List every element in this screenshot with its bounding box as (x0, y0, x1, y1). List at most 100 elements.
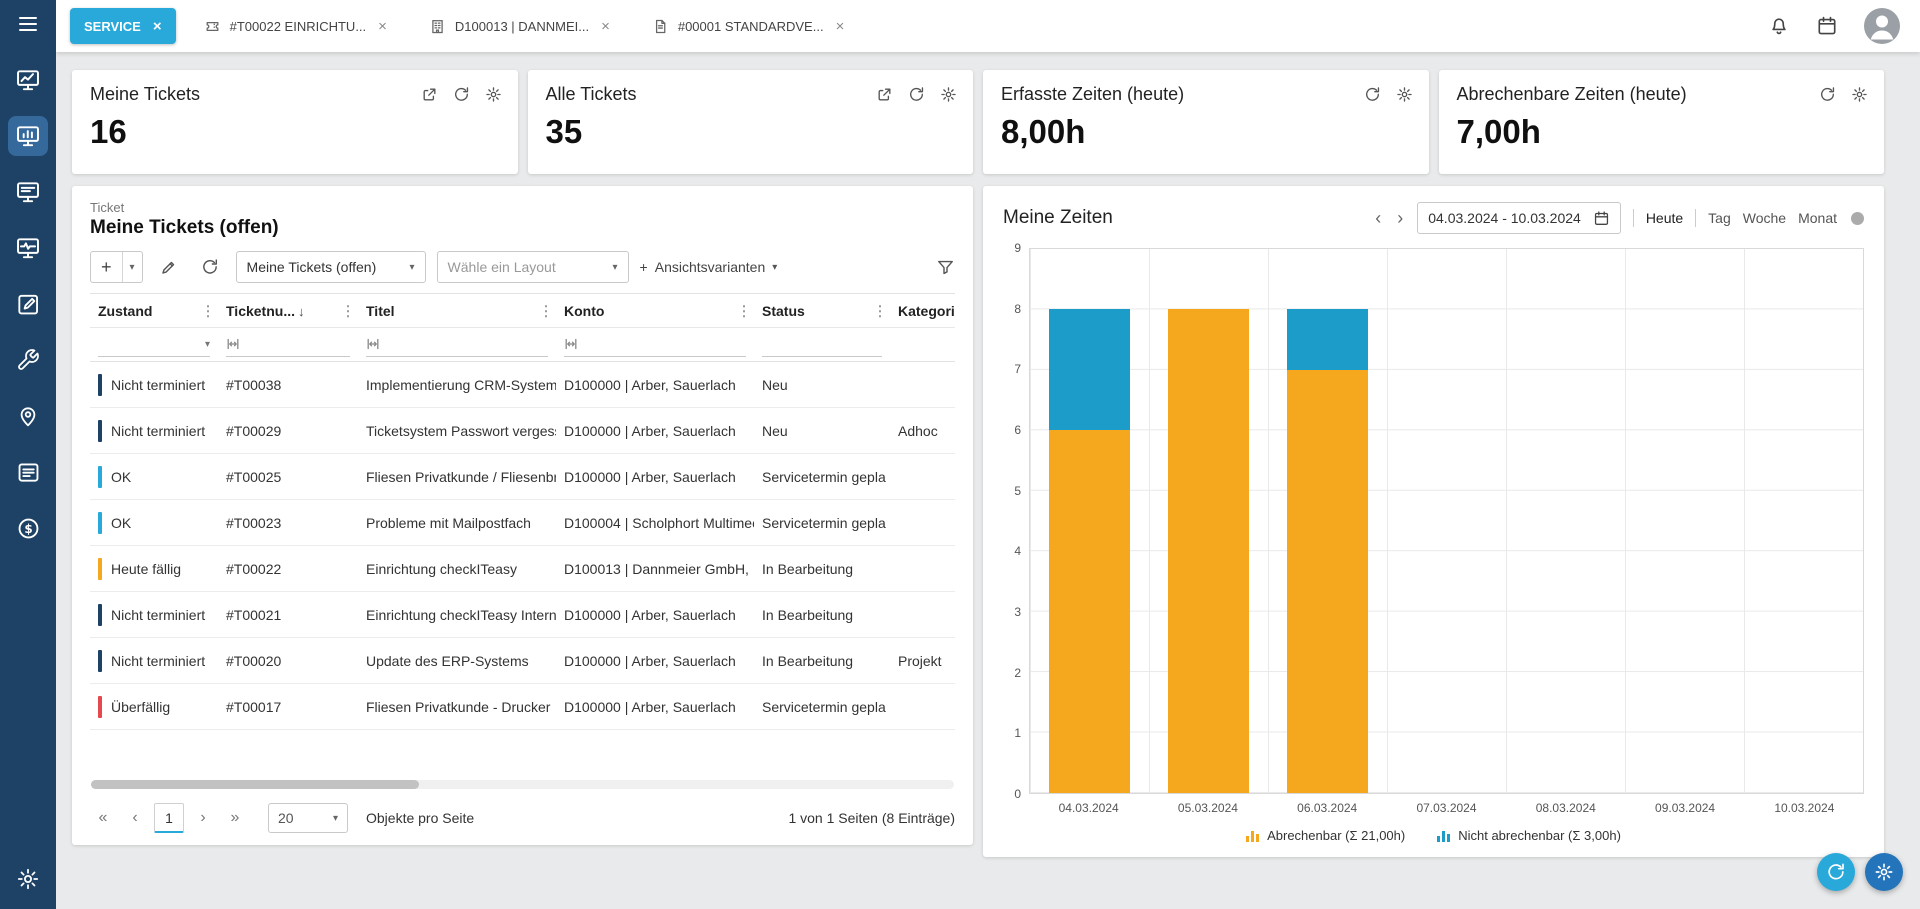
view-select-value: Meine Tickets (offen) (247, 259, 377, 275)
page-size-select[interactable]: 20 ▾ (268, 803, 348, 833)
column-header-titel[interactable]: Titel⋮ (358, 294, 556, 328)
titel-filter-input[interactable] (385, 337, 548, 352)
open-in-new-button[interactable] (876, 86, 893, 103)
column-menu-icon[interactable]: ⋮ (873, 302, 887, 319)
column-header-ticketnummer[interactable]: Ticketnu...↓⋮ (218, 294, 358, 328)
column-menu-icon[interactable]: ⋮ (201, 302, 215, 319)
sidebar-item-locations[interactable] (8, 396, 48, 436)
first-page-button[interactable]: « (90, 804, 116, 832)
column-header-kategorie[interactable]: Kategorie (890, 294, 955, 328)
reload-table-button[interactable] (195, 252, 225, 282)
sidebar-item-dashboard-1[interactable] (8, 60, 48, 100)
calendar-button[interactable] (1816, 15, 1838, 37)
ticket-row[interactable]: Heute fällig #T00022 Einrichtung checkIT… (90, 546, 955, 592)
cell-ticketnummer: #T00025 (218, 454, 358, 500)
chart-bar[interactable] (1287, 309, 1368, 369)
close-icon[interactable]: × (601, 18, 610, 35)
column-header-status[interactable]: Status⋮ (754, 294, 890, 328)
view-variants-button[interactable]: + Ansichtsvarianten ▾ (640, 259, 778, 275)
column-menu-icon[interactable]: ⋮ (737, 302, 751, 319)
status-filter-input[interactable] (762, 337, 882, 352)
view-select[interactable]: Meine Tickets (offen) ▾ (236, 251, 426, 283)
y-tick-label: 4 (1014, 544, 1021, 558)
settings-button[interactable] (1396, 86, 1413, 103)
column-menu-icon[interactable]: ⋮ (539, 302, 553, 319)
between-operator-icon[interactable] (226, 337, 240, 351)
sidebar-item-dashboard-4[interactable] (8, 228, 48, 268)
ticket-row[interactable]: OK #T00023 Probleme mit Mailpostfach D10… (90, 500, 955, 546)
settings-button[interactable] (1851, 86, 1868, 103)
next-page-button[interactable]: › (190, 804, 216, 832)
gear-icon (1874, 862, 1894, 882)
range-button-tag[interactable]: Tag (1708, 210, 1731, 226)
close-icon[interactable]: × (836, 18, 845, 35)
ticket-row[interactable]: Nicht terminiert #T00038 Implementierung… (90, 362, 955, 408)
between-operator-icon[interactable] (366, 337, 380, 351)
range-button-heute[interactable]: Heute (1646, 210, 1683, 226)
cell-ticketnummer: #T00021 (218, 592, 358, 638)
indicator-dot-icon[interactable] (1851, 212, 1864, 225)
column-header-konto[interactable]: Konto⋮ (556, 294, 754, 328)
layout-select[interactable]: Wähle ein Layout ▾ (437, 251, 629, 283)
sidebar-item-dashboard-3[interactable] (8, 172, 48, 212)
ticket-row[interactable]: Nicht terminiert #T00021 Einrichtung che… (90, 592, 955, 638)
prev-range-button[interactable]: ‹ (1373, 208, 1383, 229)
filter-button[interactable] (936, 258, 955, 277)
ticket-row[interactable]: OK #T00025 Fliesen Privatkunde / Fliesen… (90, 454, 955, 500)
open-in-new-button[interactable] (421, 86, 438, 103)
sidebar-item-edit[interactable] (8, 284, 48, 324)
menu-toggle-button[interactable] (8, 4, 48, 44)
column-menu-icon[interactable]: ⋮ (341, 302, 355, 319)
sidebar-item-billing[interactable]: $ (8, 508, 48, 548)
tab-service[interactable]: SERVICE × (70, 8, 176, 44)
tab-ticket-t00022[interactable]: #T00022 EINRICHTU... × (190, 8, 401, 44)
zustand-filter-select[interactable]: ▾ (98, 333, 210, 357)
sidebar-settings-button[interactable] (8, 859, 48, 899)
chart-bar[interactable] (1168, 309, 1249, 793)
chart-bar[interactable] (1287, 370, 1368, 793)
range-button-monat[interactable]: Monat (1798, 210, 1837, 226)
close-icon[interactable]: × (153, 18, 162, 35)
add-ticket-button[interactable]: + ▾ (90, 251, 143, 283)
sidebar-item-tools[interactable] (8, 340, 48, 380)
ticket-row[interactable]: Überfällig #T00017 Fliesen Privatkunde -… (90, 684, 955, 730)
tickets-toolbar: + ▾ Meine Tickets (offen) ▾ Wähle ein La… (90, 251, 955, 283)
chart-bar[interactable] (1049, 430, 1130, 793)
user-menu-button[interactable] (1864, 8, 1900, 44)
cell-konto: D100000 | Arber, Sauerlach (556, 592, 754, 638)
date-range-picker[interactable]: 04.03.2024 - 10.03.2024 (1417, 202, 1621, 234)
close-icon[interactable]: × (378, 18, 387, 35)
konto-filter-input[interactable] (583, 337, 746, 352)
scrollbar-thumb[interactable] (91, 780, 419, 789)
settings-button[interactable] (940, 86, 957, 103)
between-operator-icon[interactable] (564, 337, 578, 351)
ticket-row[interactable]: Nicht terminiert #T00029 Ticketsystem Pa… (90, 408, 955, 454)
chevron-down-icon[interactable]: ▾ (122, 252, 142, 282)
ticket-row[interactable]: Nicht terminiert #T00020 Update des ERP-… (90, 638, 955, 684)
current-page-button[interactable]: 1 (154, 803, 184, 833)
notifications-button[interactable] (1768, 15, 1790, 37)
tab-company-d100013[interactable]: D100013 | DANNMEI... × (415, 8, 624, 44)
map-pin-icon (16, 404, 40, 428)
last-page-button[interactable]: » (222, 804, 248, 832)
cell-kategorie (890, 546, 955, 592)
horizontal-scrollbar[interactable] (91, 780, 954, 789)
next-range-button[interactable]: › (1395, 208, 1405, 229)
monitor-pulse-icon (15, 235, 41, 261)
column-header-zustand[interactable]: Zustand⋮ (90, 294, 218, 328)
refresh-button[interactable] (1364, 86, 1381, 103)
tab-contract-00001[interactable]: #00001 STANDARDVE... × (638, 8, 858, 44)
refresh-button[interactable] (908, 86, 925, 103)
range-button-woche[interactable]: Woche (1743, 210, 1786, 226)
sidebar-item-lists[interactable] (8, 452, 48, 492)
prev-page-button[interactable]: ‹ (122, 804, 148, 832)
refresh-button[interactable] (453, 86, 470, 103)
ticketnummer-filter-input[interactable] (245, 337, 350, 352)
global-settings-button[interactable] (1865, 853, 1903, 891)
edit-view-button[interactable] (154, 252, 184, 282)
chart-bar[interactable] (1049, 309, 1130, 430)
refresh-button[interactable] (1819, 86, 1836, 103)
global-refresh-button[interactable] (1817, 853, 1855, 891)
settings-button[interactable] (485, 86, 502, 103)
sidebar-item-dashboard-2[interactable] (8, 116, 48, 156)
